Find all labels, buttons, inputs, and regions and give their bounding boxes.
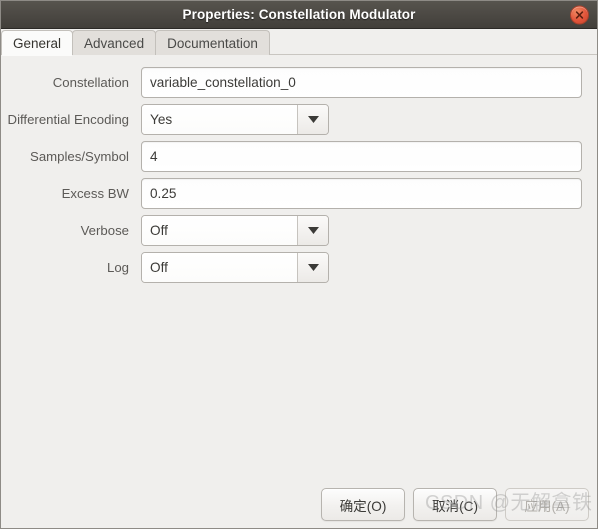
field-row-samples-per-symbol: Samples/Symbol 4: [1, 138, 597, 175]
log-value: Off: [142, 253, 297, 282]
log-select[interactable]: Off: [141, 252, 329, 283]
properties-form: Constellation variable_constellation_0 D…: [1, 55, 597, 286]
field-wrap-verbose: Off: [141, 215, 591, 246]
field-row-verbose: Verbose Off: [1, 212, 597, 249]
field-row-constellation: Constellation variable_constellation_0: [1, 64, 597, 101]
title-bar: Properties: Constellation Modulator: [1, 1, 597, 29]
label-constellation: Constellation: [52, 75, 129, 90]
field-row-log: Log Off: [1, 249, 597, 286]
ok-button[interactable]: 确定(O): [321, 488, 405, 521]
differential-encoding-value: Yes: [142, 105, 297, 134]
tab-documentation[interactable]: Documentation: [155, 30, 270, 55]
field-row-differential-encoding: Differential Encoding Yes: [1, 101, 597, 138]
chevron-down-icon[interactable]: [297, 105, 328, 134]
properties-dialog-window: Properties: Constellation Modulator Gene…: [0, 0, 598, 529]
constellation-input[interactable]: variable_constellation_0: [141, 67, 582, 98]
label-excess-bw: Excess BW: [61, 186, 129, 201]
samples-per-symbol-input[interactable]: 4: [141, 141, 582, 172]
field-row-excess-bw: Excess BW 0.25: [1, 175, 597, 212]
excess-bw-input[interactable]: 0.25: [141, 178, 582, 209]
cancel-button[interactable]: 取消(C): [413, 488, 497, 521]
label-samples-per-symbol: Samples/Symbol: [30, 149, 129, 164]
label-differential-encoding: Differential Encoding: [7, 112, 129, 127]
tab-general[interactable]: General: [1, 30, 74, 56]
apply-button[interactable]: 应用(A): [505, 488, 589, 521]
field-wrap-constellation: variable_constellation_0: [141, 67, 591, 98]
general-tab-panel: Constellation variable_constellation_0 D…: [1, 55, 597, 528]
field-wrap-log: Off: [141, 252, 591, 283]
field-wrap-differential-encoding: Yes: [141, 104, 591, 135]
chevron-down-icon[interactable]: [297, 253, 328, 282]
tab-advanced[interactable]: Advanced: [72, 30, 157, 55]
differential-encoding-select[interactable]: Yes: [141, 104, 329, 135]
field-wrap-samples-per-symbol: 4: [141, 141, 591, 172]
label-verbose: Verbose: [80, 223, 129, 238]
chevron-down-icon[interactable]: [297, 216, 328, 245]
verbose-value: Off: [142, 216, 297, 245]
tab-bar: General Advanced Documentation: [1, 29, 597, 56]
dialog-button-bar: 确定(O) 取消(C) 应用(A): [321, 488, 589, 521]
window-title: Properties: Constellation Modulator: [182, 7, 416, 22]
label-log: Log: [106, 260, 129, 275]
field-wrap-excess-bw: 0.25: [141, 178, 591, 209]
verbose-select[interactable]: Off: [141, 215, 329, 246]
close-icon[interactable]: [570, 5, 589, 24]
